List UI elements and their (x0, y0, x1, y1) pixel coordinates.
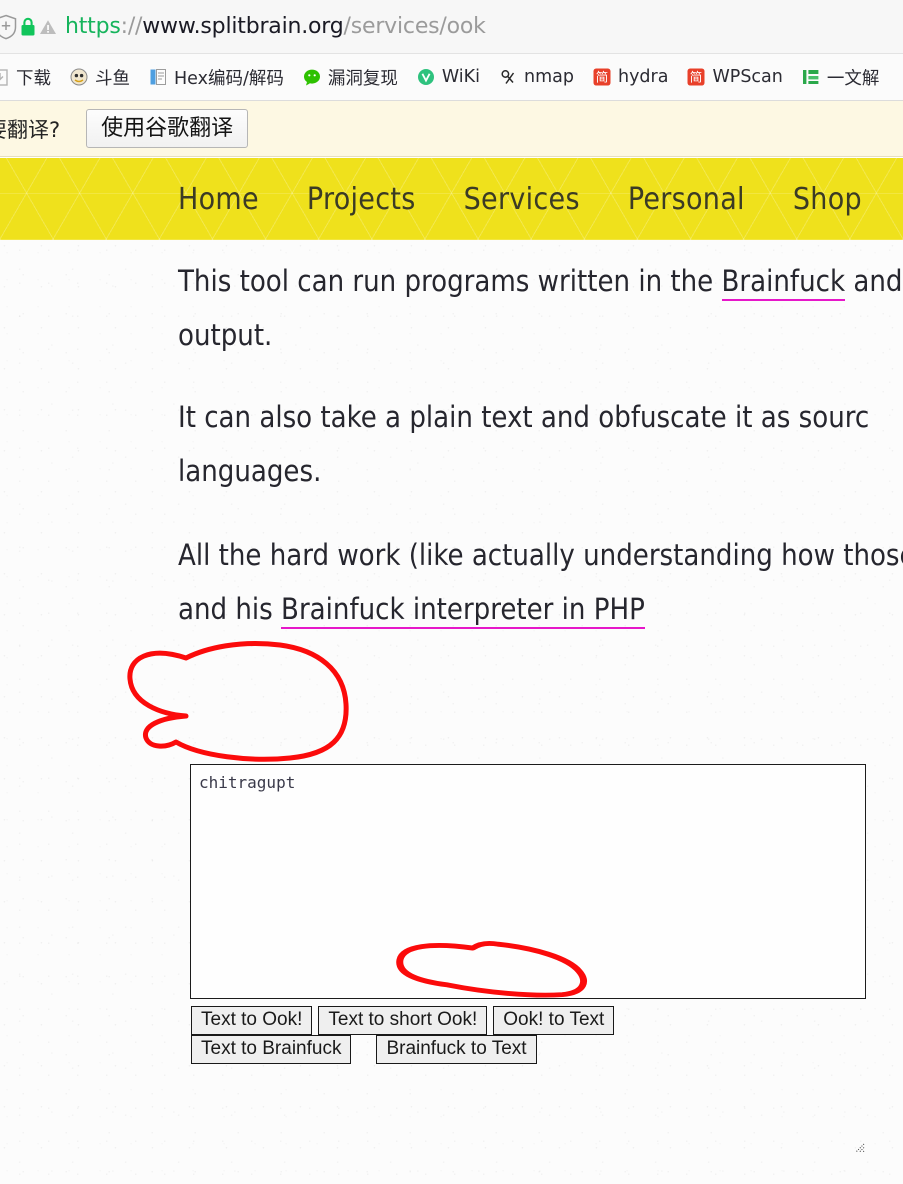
bookmark-label: 一文解 (826, 68, 880, 89)
p3-prefix: and his (178, 592, 282, 626)
translate-infobar: 要翻译? 使用谷歌翻译 (0, 101, 903, 157)
bookmark-wpscan[interactable]: 简 WPScan (677, 65, 791, 89)
paragraph-credits-line1: All the hard work (like actually underst… (178, 538, 903, 572)
p1-seg-1: This tool can run programs written in th… (178, 264, 722, 298)
site-navigation-bar: Home Projects Services Personal Shop (0, 158, 903, 240)
text-to-brainfuck-button[interactable]: Text to Brainfuck (191, 1035, 352, 1064)
url-separator: :// (120, 14, 143, 39)
v-circle-icon (417, 69, 434, 85)
bookmark-nmap[interactable]: nmap (489, 65, 583, 89)
svg-text:简: 简 (596, 70, 609, 85)
nav-item-personal[interactable]: Personal (628, 182, 745, 217)
ook-to-text-button[interactable]: Ook! to Text (493, 1006, 615, 1035)
text-to-short-ook-button[interactable]: Text to short Ook! (318, 1006, 488, 1035)
bookmark-label: WiKi (441, 67, 480, 87)
download-folder-icon (0, 69, 8, 86)
bookmark-label: nmap (524, 67, 574, 87)
bookmark-label: 漏洞复现 (327, 68, 398, 89)
nmap-icon (501, 70, 515, 84)
jian-square-icon: 简 (687, 68, 705, 86)
shield-plus-icon[interactable] (0, 14, 18, 40)
bookmark-hydra[interactable]: 简 hydra (583, 65, 677, 89)
use-google-translate-button[interactable]: 使用谷歌翻译 (86, 108, 249, 149)
bookmark-douyu[interactable]: 斗鱼 (60, 63, 139, 92)
bookmark-label: 下载 (16, 68, 51, 89)
address-bar-icons (0, 14, 57, 40)
button-row-secondary: Text to Brainfuck Brainfuck to Text (191, 1035, 537, 1064)
bookmark-download[interactable]: 下载 (0, 63, 60, 92)
bookmark-wiki[interactable]: WiKi (407, 65, 489, 89)
textarea-resize-handle[interactable] (852, 1140, 865, 1153)
url-scheme: https (65, 14, 121, 39)
warning-triangle-icon[interactable] (39, 18, 57, 36)
wechat-icon (303, 69, 320, 86)
link-brainfuck[interactable]: Brainfuck (721, 264, 846, 301)
p1-seg-3: and (853, 264, 903, 298)
green-bars-icon (802, 70, 819, 84)
footer-prefix: The source can be found at (178, 1180, 543, 1184)
bookmark-label: hydra (617, 67, 669, 87)
button-row-primary: Text to Ook! Text to short Ook! Ook! to … (191, 1006, 615, 1035)
douyu-icon (70, 68, 88, 86)
paragraph-intro-line2: output. (178, 318, 273, 352)
nav-item-shop[interactable]: Shop (793, 182, 862, 217)
paragraph-obfuscate-line2: languages. (178, 454, 322, 488)
bookmarks-bar: 下载 斗鱼 Hex编码/解码 漏洞复现 WiKi nmap 简 hydra 简 … (0, 54, 903, 101)
nav-item-home[interactable]: Home (178, 182, 259, 217)
svg-text:简: 简 (690, 70, 703, 85)
ook-input-textarea[interactable] (190, 764, 866, 999)
footer-suffix: . (627, 1180, 635, 1184)
url-text[interactable]: https://www.splitbrain.org/services/ook (65, 14, 486, 39)
translate-prompt-text: 要翻译? (0, 117, 61, 142)
document-icon (150, 69, 166, 85)
paragraph-obfuscate-line1: It can also take a plain text and obfusc… (178, 400, 870, 434)
bookmark-hex-codec[interactable]: Hex编码/解码 (139, 63, 293, 92)
web-page: Home Projects Services Personal Shop Thi… (0, 158, 903, 1184)
paragraph-intro: This tool can run programs written in th… (178, 254, 903, 308)
link-github[interactable]: github (543, 1180, 627, 1184)
text-to-ook-button[interactable]: Text to Ook! (191, 1006, 313, 1035)
page-content: This tool can run programs written in th… (0, 240, 903, 1184)
bookmark-vuln-repro[interactable]: 漏洞复现 (293, 63, 407, 92)
address-bar[interactable]: https://www.splitbrain.org/services/ook (0, 0, 903, 54)
source-footer-text: The source can be found at github. (178, 1180, 635, 1184)
link-brainfuck-interpreter-php[interactable]: Brainfuck interpreter in PHP (281, 592, 645, 629)
jian-square-icon: 简 (593, 68, 611, 86)
url-host: www.splitbrain.org (142, 14, 344, 39)
nav-item-projects[interactable]: Projects (307, 182, 416, 217)
bookmark-label: 斗鱼 (95, 68, 130, 89)
bookmark-label: WPScan (712, 67, 783, 87)
nav-item-services[interactable]: Services (464, 182, 580, 217)
brainfuck-to-text-button[interactable]: Brainfuck to Text (376, 1035, 537, 1064)
green-lock-icon[interactable] (20, 17, 36, 37)
browser-chrome: https://www.splitbrain.org/services/ook … (0, 0, 903, 157)
bookmark-yiwenjie[interactable]: 一文解 (792, 63, 889, 92)
url-path: /services/ook (343, 14, 486, 39)
bookmark-label: Hex编码/解码 (174, 68, 284, 89)
paragraph-credits-line2: and his Brainfuck interpreter in PHP (178, 582, 903, 636)
